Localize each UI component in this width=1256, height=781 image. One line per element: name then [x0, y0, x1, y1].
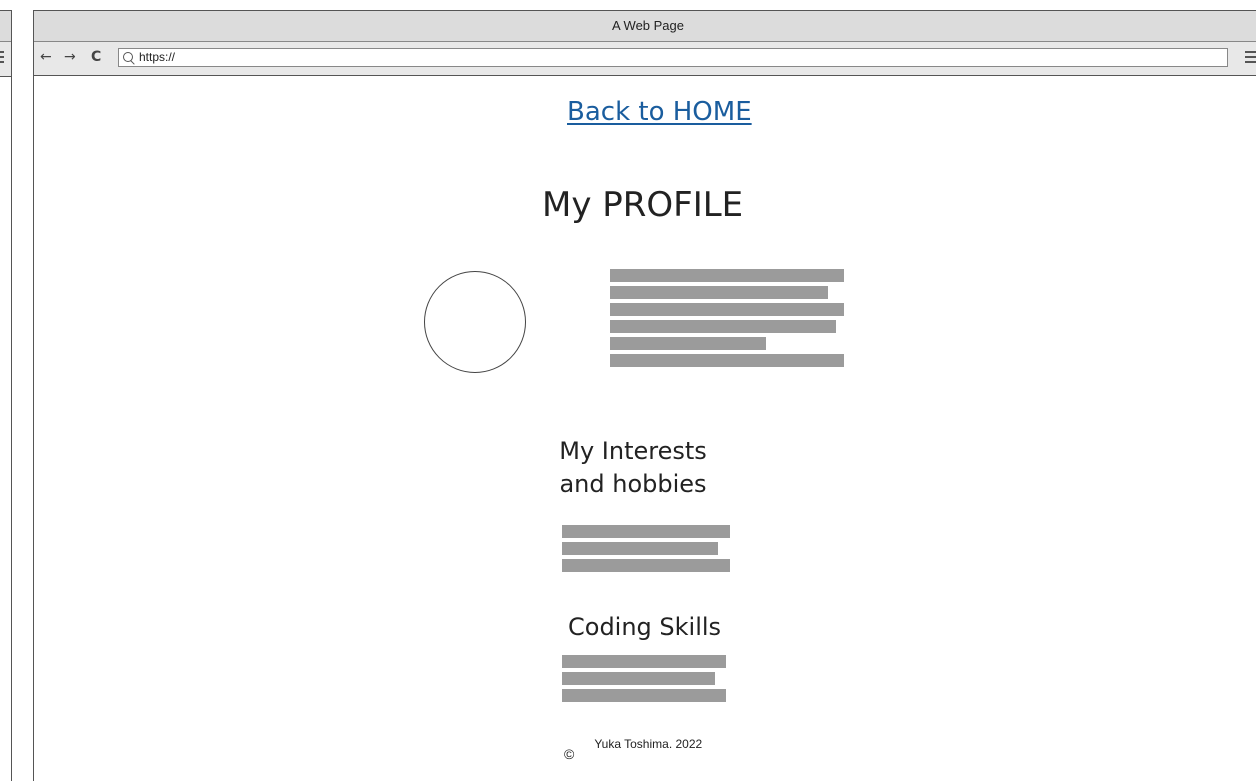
interests-heading: My Interests and hobbies [554, 435, 712, 501]
background-window [0, 10, 12, 781]
back-arrow-icon[interactable]: ← [40, 50, 52, 64]
interests-heading-line2: and hobbies [559, 470, 707, 498]
text-line-placeholder [562, 655, 726, 668]
background-window-toolbar [0, 42, 11, 77]
browser-window: A Web Page ← → C https:// Back to HOME M… [33, 10, 1256, 781]
address-bar-url: https:// [139, 50, 176, 64]
address-bar[interactable]: https:// [118, 48, 1228, 67]
footer-text: Yuka Toshima. 2022 [594, 737, 703, 751]
back-to-home-link[interactable]: Back to HOME [567, 97, 752, 127]
text-line-placeholder [562, 525, 730, 538]
text-line-placeholder [562, 689, 726, 702]
text-line-placeholder [610, 354, 844, 367]
footer: © Yuka Toshima. 2022 [564, 735, 703, 762]
text-line-placeholder [610, 303, 844, 316]
profile-photo-placeholder [424, 271, 526, 373]
text-line-placeholder [610, 320, 836, 333]
copyright-symbol: © [564, 746, 575, 762]
page-content: Back to HOME My PROFILE My Interests and… [34, 75, 1256, 775]
background-window-titlebar [0, 11, 11, 42]
page-title: My PROFILE [542, 185, 744, 225]
window-title: A Web Page [34, 11, 1256, 42]
reload-icon[interactable]: C [91, 50, 101, 64]
screen: A Web Page ← → C https:// Back to HOME M… [0, 0, 1256, 781]
text-line-placeholder [562, 672, 715, 685]
interests-heading-line1: My Interests [559, 437, 707, 465]
text-line-placeholder [562, 559, 730, 572]
forward-arrow-icon[interactable]: → [64, 50, 76, 64]
text-line-placeholder [610, 337, 766, 350]
search-icon [123, 52, 133, 62]
hamburger-menu-icon[interactable] [1245, 51, 1256, 63]
text-line-placeholder [610, 269, 844, 282]
background-window-menu-icon[interactable] [0, 51, 4, 63]
coding-skills-heading: Coding Skills [568, 613, 722, 641]
browser-toolbar: ← → C https:// [34, 42, 1256, 76]
text-line-placeholder [562, 542, 718, 555]
text-line-placeholder [610, 286, 828, 299]
